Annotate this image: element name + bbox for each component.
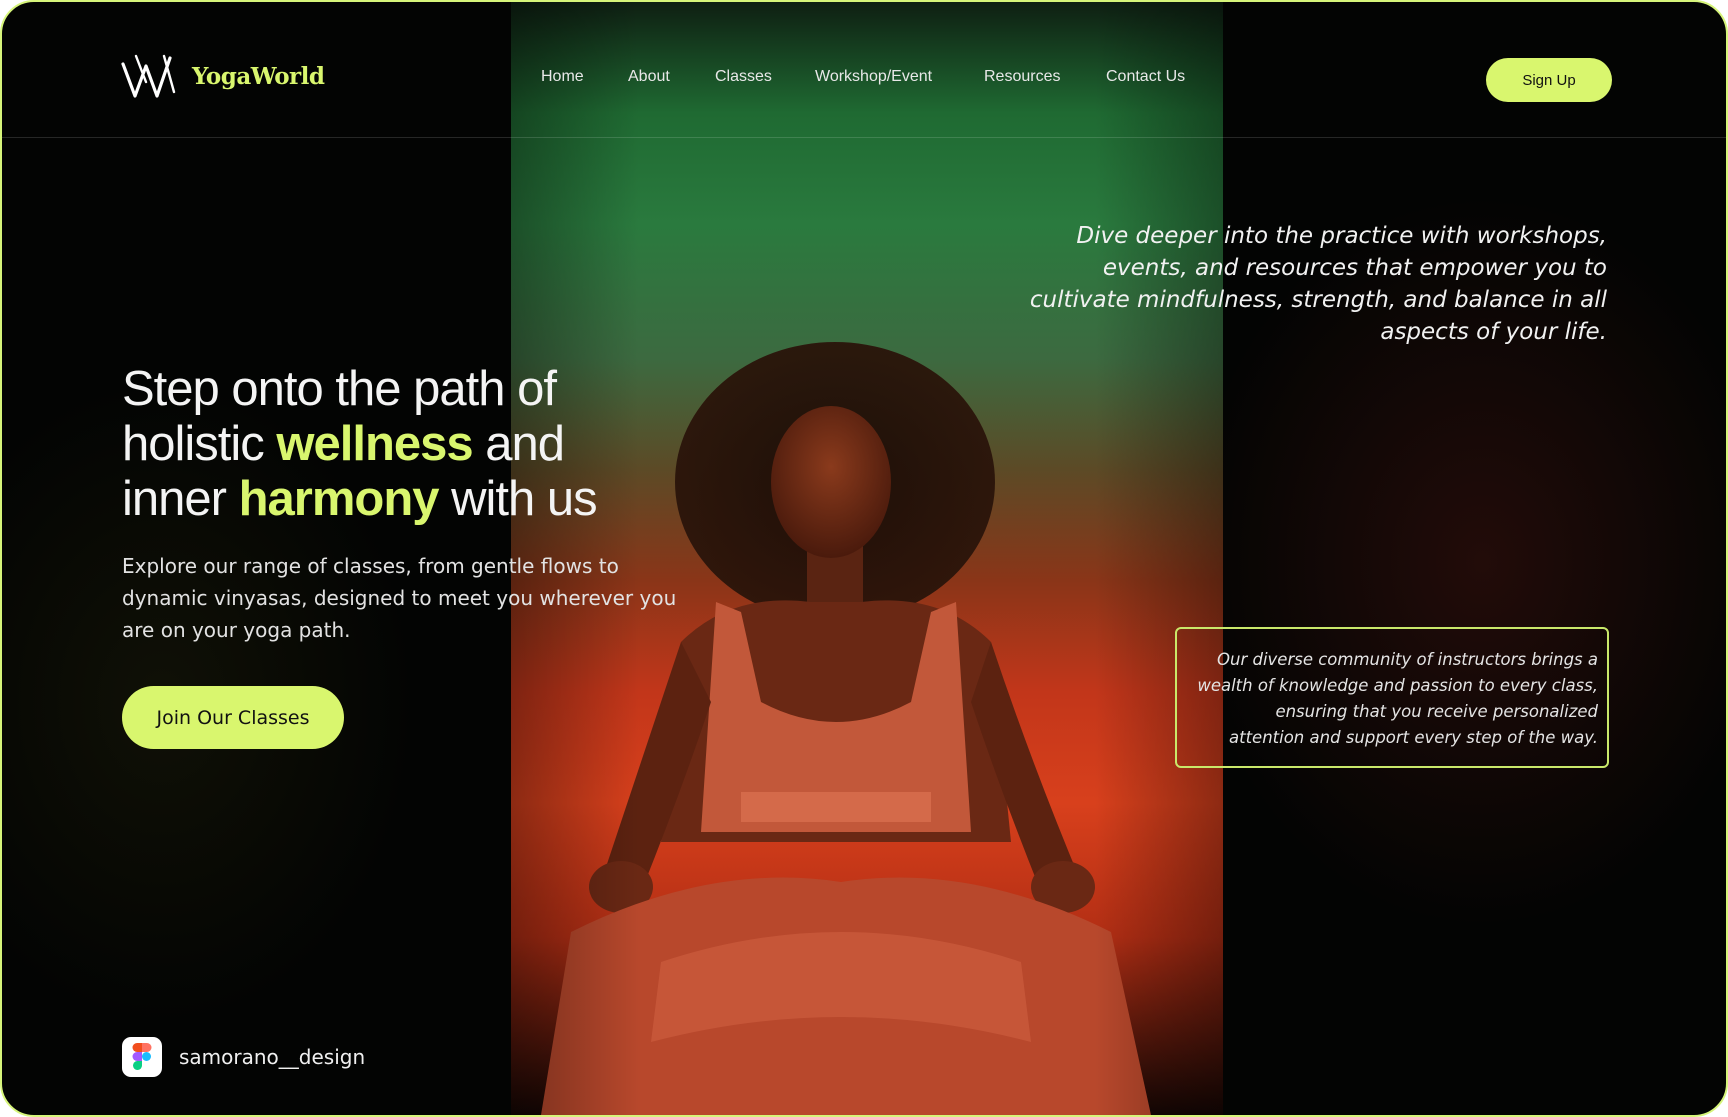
header-divider	[2, 137, 1726, 138]
designer-credit[interactable]: samorano__design	[122, 1037, 365, 1077]
headline-text: inner	[122, 472, 239, 526]
community-card-text: Our diverse community of instructors bri…	[1197, 650, 1598, 747]
hero-headline: Step onto the path of holistic wellness …	[122, 362, 762, 527]
join-classes-button[interactable]: Join Our Classes	[122, 686, 344, 749]
nav-item-workshop-event[interactable]: Workshop/Event	[815, 68, 932, 86]
designer-handle: samorano__design	[179, 1045, 366, 1069]
figma-icon	[122, 1037, 162, 1077]
landing-page: YogaWorld Home About Classes Workshop/Ev…	[0, 0, 1728, 1117]
yogaworld-logo-icon	[121, 54, 176, 98]
headline-highlight-harmony: harmony	[238, 472, 440, 526]
nav-item-contact-us[interactable]: Contact Us	[1106, 68, 1185, 86]
community-card: Our diverse community of instructors bri…	[1175, 627, 1609, 768]
nav-item-resources[interactable]: Resources	[984, 68, 1060, 86]
headline-highlight-wellness: wellness	[276, 417, 473, 471]
headline-text: and	[472, 417, 565, 471]
workshops-quote: Dive deeper into the practice with works…	[1029, 223, 1607, 345]
headline-line-3: inner harmony with us	[122, 472, 762, 527]
headline-text: with us	[438, 472, 598, 526]
headline-line-2: holistic wellness and	[122, 417, 762, 472]
brand-logo[interactable]: YogaWorld	[120, 52, 325, 100]
nav-item-home[interactable]: Home	[541, 68, 584, 86]
hero-subtext: Explore our range of classes, from gentl…	[122, 554, 677, 642]
nav-item-classes[interactable]: Classes	[715, 68, 772, 86]
headline-text: holistic	[122, 417, 277, 471]
sign-up-button[interactable]: Sign Up	[1486, 58, 1612, 102]
brand-name: YogaWorld	[192, 62, 325, 90]
nav-item-about[interactable]: About	[628, 68, 670, 86]
headline-line-1: Step onto the path of	[122, 362, 557, 416]
